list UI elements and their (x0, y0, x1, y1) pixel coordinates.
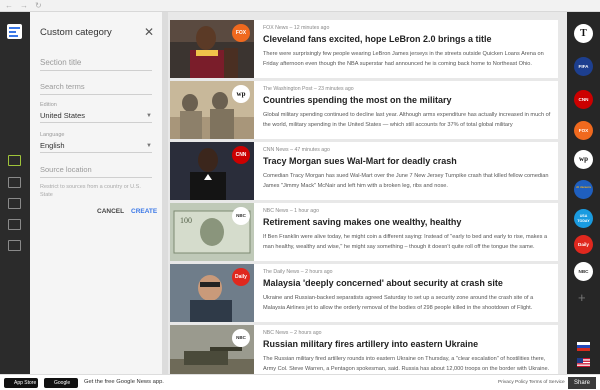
svg-text:100: 100 (180, 216, 192, 225)
source-location-underline (40, 177, 152, 178)
news-card[interactable]: NBC NBC News – 2 hours ago Russian milit… (170, 325, 558, 374)
news-feed: FOX FOX News – 12 minutes ago Cleveland … (168, 12, 560, 374)
news-card[interactable]: CNN CNN News – 47 minutes ago Tracy Morg… (170, 142, 558, 200)
fifa-source-icon[interactable]: FIFA (574, 57, 593, 76)
article-title[interactable]: Russian military fires artillery into ea… (263, 339, 478, 349)
add-source-icon[interactable]: + (578, 290, 586, 305)
article-title[interactable]: Cleveland fans excited, hope LeBron 2.0 … (263, 34, 492, 44)
source-badge: FOX (232, 24, 250, 42)
app-logo-icon[interactable] (7, 24, 22, 39)
cnn-source-icon[interactable]: CNN (574, 90, 593, 109)
article-snippet: There were surprisingly few people weari… (263, 51, 544, 67)
close-icon[interactable]: ✕ (144, 25, 154, 39)
article-thumbnail: FOX (170, 20, 254, 78)
sources-rail: T FIFA CNN FOX wp Al Jazeera USA TODAY D… (567, 12, 600, 374)
back-icon[interactable]: ← (5, 1, 13, 11)
cancel-button[interactable]: CANCEL (97, 208, 124, 215)
source-badge: wp (232, 85, 250, 103)
browser-toolbar: ← → ↻ (0, 0, 600, 12)
news-card[interactable]: wp The Washington Post – 23 minutes ago … (170, 81, 558, 139)
source-location-input[interactable]: Source location (40, 165, 92, 174)
image-icon[interactable] (8, 198, 21, 209)
app-store-label: App Store (14, 380, 37, 386)
article-source: FOX News – 12 minutes ago (263, 25, 330, 31)
article-source: The Washington Post – 23 minutes ago (263, 86, 354, 92)
article-thumbnail: wp (170, 81, 254, 139)
article-title[interactable]: Countries spending the most on the milit… (263, 95, 452, 105)
article-title[interactable]: Retirement saving makes one wealthy, hea… (263, 217, 461, 227)
article-snippet: Global military spending continued to de… (263, 112, 551, 128)
panel-title: Custom category (40, 27, 112, 38)
language-dropdown-icon[interactable]: ▼ (146, 143, 152, 149)
russia-flag-icon[interactable] (577, 342, 590, 351)
article-source: NBC News – 1 hour ago (263, 208, 319, 214)
app-store-button[interactable]: App Store (4, 378, 38, 388)
article-snippet: Ukraine and Russian-backed separatists a… (263, 295, 534, 311)
nbc-source-icon[interactable]: NBC (574, 262, 593, 281)
news-category-icon[interactable] (8, 155, 21, 166)
search-terms-input[interactable]: Search terms (40, 82, 85, 91)
left-icon-rail (0, 12, 30, 374)
terms-of-service-link[interactable]: Terms of Service (529, 380, 565, 385)
language-underline (40, 152, 152, 153)
washington-post-source-icon[interactable]: wp (574, 150, 593, 169)
article-snippet: The Russian military fired artillery rou… (263, 356, 550, 372)
source-badge: NBC (232, 207, 250, 225)
google-play-label: Google play (54, 380, 71, 386)
daily-news-source-icon[interactable]: Daily (574, 235, 593, 254)
edition-underline (40, 122, 152, 123)
bookmark-icon[interactable] (8, 177, 21, 188)
language-label: Language (40, 132, 65, 138)
fox-source-icon[interactable]: FOX (574, 121, 593, 140)
section-title-underline (40, 70, 152, 71)
article-snippet: If Ben Franklin were alive today, he mig… (263, 234, 548, 250)
nytimes-source-icon[interactable]: T (574, 24, 593, 43)
article-snippet: Comedian Tracy Morgan has sued Wal-Mart … (263, 173, 549, 189)
custom-category-panel: Custom category ✕ Section title Search t… (30, 12, 162, 374)
us-flag-icon[interactable] (577, 358, 590, 367)
article-title[interactable]: Tracy Morgan sues Wal-Mart for deadly cr… (263, 156, 457, 166)
share-button[interactable]: Share (568, 377, 596, 389)
edition-select[interactable]: United States (40, 111, 85, 120)
footer-promo-text: Get the free Google News app. (84, 379, 164, 385)
edition-dropdown-icon[interactable]: ▼ (146, 113, 152, 119)
source-location-hint: Restrict to sources from a country or U.… (40, 184, 141, 198)
article-thumbnail: CNN (170, 142, 254, 200)
person-icon[interactable] (8, 240, 21, 251)
document-icon[interactable] (8, 219, 21, 230)
google-play-button[interactable]: Google play (44, 378, 78, 388)
news-card[interactable]: 100 NBC NBC News – 1 hour ago Retirement… (170, 203, 558, 261)
news-card[interactable]: Daily The Daily News – 2 hours ago Malay… (170, 264, 558, 322)
article-source: The Daily News – 2 hours ago (263, 269, 333, 275)
article-thumbnail: Daily (170, 264, 254, 322)
privacy-policy-link[interactable]: Privacy Policy (498, 380, 528, 385)
article-title[interactable]: Malaysia 'deeply concerned' about securi… (263, 278, 503, 288)
article-thumbnail: 100 NBC (170, 203, 254, 261)
source-badge: Daily (232, 268, 250, 286)
news-card[interactable]: FOX FOX News – 12 minutes ago Cleveland … (170, 20, 558, 78)
article-source: CNN News – 47 minutes ago (263, 147, 330, 153)
reload-icon[interactable]: ↻ (35, 1, 42, 11)
source-badge: NBC (232, 329, 250, 347)
source-badge: CNN (232, 146, 250, 164)
create-button[interactable]: CREATE (131, 208, 157, 215)
section-title-input[interactable]: Section title (40, 58, 81, 67)
usa-today-source-icon[interactable]: USA TODAY (574, 209, 593, 228)
article-thumbnail: NBC (170, 325, 254, 374)
search-terms-underline (40, 94, 152, 95)
footer-bar: App Store Google play Get the free Googl… (0, 374, 600, 390)
language-select[interactable]: English (40, 141, 65, 150)
article-source: NBC News – 2 hours ago (263, 330, 322, 336)
edition-label: Edition (40, 102, 57, 108)
forward-icon[interactable]: → (20, 1, 28, 11)
aljazeera-source-icon[interactable]: Al Jazeera (574, 180, 593, 199)
